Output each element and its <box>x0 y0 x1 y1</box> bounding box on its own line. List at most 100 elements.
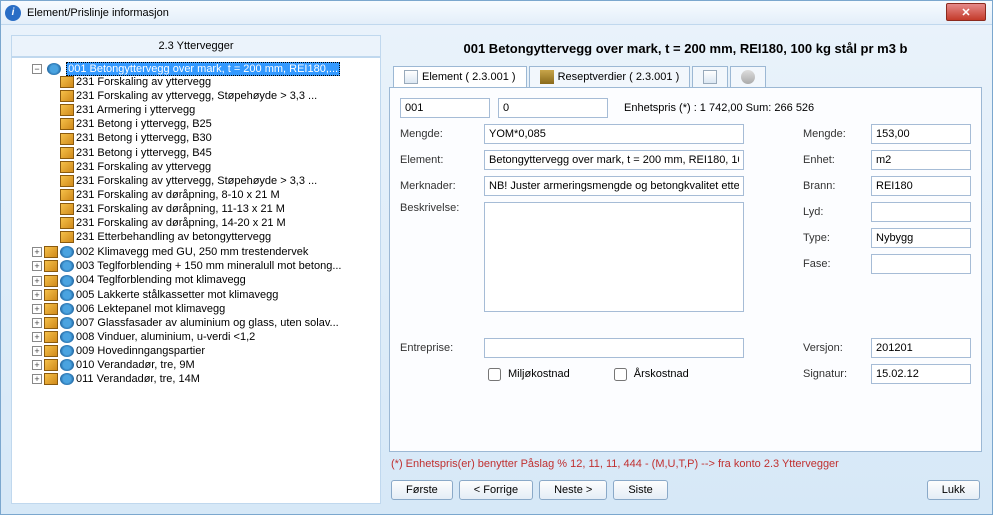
tree-node-label: 010 Verandadør, tre, 9M <box>76 359 195 371</box>
tree-node[interactable]: 231 Armering i yttervegg <box>48 103 376 117</box>
cube-icon <box>60 217 74 229</box>
tree-node[interactable]: 231 Betong i yttervegg, B25 <box>48 117 376 131</box>
cube-icon <box>60 175 74 187</box>
expander-icon[interactable]: + <box>32 290 42 300</box>
tree-node[interactable]: +002 Klimavegg med GU, 250 mm trestender… <box>32 245 376 259</box>
tree-node-label: 009 Hovedinngangspartier <box>76 345 205 357</box>
tree-node-label: 002 Klimavegg med GU, 250 mm trestenderv… <box>76 246 308 258</box>
enhet-field[interactable] <box>871 150 971 170</box>
expander-icon[interactable]: + <box>32 247 42 257</box>
cube-icon <box>60 76 74 88</box>
tree-node[interactable]: 231 Forskaling av døråpning, 14-20 x 21 … <box>48 216 376 230</box>
tree-node-label: 231 Forskaling av døråpning, 8-10 x 21 M <box>76 189 280 201</box>
cubes-icon <box>44 345 58 357</box>
expander-icon[interactable]: + <box>32 318 42 328</box>
tab-element[interactable]: Element ( 2.3.001 ) <box>393 66 527 87</box>
cubes-icon <box>44 275 58 287</box>
tree-node-label: 008 Vinduer, aluminium, u-verdi <1,2 <box>76 331 255 343</box>
cubes-icon <box>44 331 58 343</box>
cube-icon <box>60 203 74 215</box>
entreprise-field[interactable] <box>484 338 744 358</box>
beskrivelse-field[interactable] <box>484 202 744 312</box>
expander-icon[interactable]: + <box>32 374 42 384</box>
cube-icon <box>60 147 74 159</box>
tree-node[interactable]: +008 Vinduer, aluminium, u-verdi <1,2 <box>32 330 376 344</box>
expander-icon[interactable]: − <box>32 64 42 74</box>
doc-icon <box>703 70 717 84</box>
cube-icon <box>60 104 74 116</box>
page-title: 001 Betongyttervegg over mark, t = 200 m… <box>389 35 982 66</box>
tree-node[interactable]: +004 Teglforblending mot klimavegg <box>32 273 376 287</box>
tree-node-label: 231 Forskaling av yttervegg, Støpehøyde … <box>76 175 317 187</box>
tree-node[interactable]: 231 Etterbehandling av betongyttervegg <box>48 230 376 244</box>
tree-node-label: 231 Armering i yttervegg <box>76 104 195 116</box>
tree-view[interactable]: − 001 Betongyttervegg over mark, t = 200… <box>11 57 381 504</box>
element-field[interactable] <box>484 150 744 170</box>
tree-node[interactable]: 231 Forskaling av døråpning, 11-13 x 21 … <box>48 202 376 216</box>
tree-node[interactable]: 231 Forskaling av yttervegg, Støpehøyde … <box>48 174 376 188</box>
globe-icon <box>60 345 74 357</box>
mengde2-field[interactable] <box>871 124 971 144</box>
forrige-button[interactable]: < Forrige <box>459 480 533 500</box>
miljokostnad-label: Miljøkostnad <box>508 368 570 380</box>
tree-node-selected[interactable]: 001 Betongyttervegg over mark, t = 200 m… <box>66 62 340 76</box>
versjon-field[interactable] <box>871 338 971 358</box>
tree-node[interactable]: +006 Lektepanel mot klimavegg <box>32 302 376 316</box>
tree-node[interactable]: +007 Glassfasader av aluminium og glass,… <box>32 316 376 330</box>
tree-node[interactable]: +003 Teglforblending + 150 mm mineralull… <box>32 259 376 273</box>
tree-node[interactable]: +009 Hovedinngangspartier <box>32 344 376 358</box>
tree-node[interactable]: +005 Lakkerte stålkassetter mot klimaveg… <box>32 288 376 302</box>
entreprise-label: Entreprise: <box>400 342 476 354</box>
expander-icon[interactable]: + <box>32 261 42 271</box>
tree-node-label: 231 Forskaling av yttervegg, Støpehøyde … <box>76 90 317 102</box>
tab-doc[interactable] <box>692 66 728 87</box>
cube-icon <box>60 189 74 201</box>
globe-icon <box>60 373 74 385</box>
close-button[interactable]: ✕ <box>946 3 986 21</box>
nav-bar: Første < Forrige Neste > Siste Lukk <box>389 476 982 504</box>
fase-field[interactable] <box>871 254 971 274</box>
globe-icon <box>60 275 74 287</box>
expander-icon[interactable]: + <box>32 360 42 370</box>
arskostnad-label: Årskostnad <box>634 368 689 380</box>
tree-node-label: 005 Lakkerte stålkassetter mot klimavegg <box>76 289 278 301</box>
tree-node[interactable]: 231 Forskaling av yttervegg <box>48 160 376 174</box>
tree-node[interactable]: 231 Forskaling av døråpning, 8-10 x 21 M <box>48 188 376 202</box>
forste-button[interactable]: Første <box>391 480 453 500</box>
globe-icon <box>60 359 74 371</box>
neste-button[interactable]: Neste > <box>539 480 607 500</box>
tree-node[interactable]: 231 Forskaling av yttervegg, Støpehøyde … <box>48 89 376 103</box>
mengde-field[interactable] <box>484 124 744 144</box>
enhet-label: Enhet: <box>803 154 863 166</box>
expander-icon[interactable]: + <box>32 332 42 342</box>
signatur-field[interactable] <box>871 364 971 384</box>
zero-field[interactable] <box>498 98 608 118</box>
id-field[interactable] <box>400 98 490 118</box>
merknader-field[interactable] <box>484 176 744 196</box>
tab-resept[interactable]: Reseptverdier ( 2.3.001 ) <box>529 66 691 87</box>
tree-node[interactable]: 231 Forskaling av yttervegg <box>48 75 376 89</box>
tree-node[interactable]: 231 Betong i yttervegg, B45 <box>48 146 376 160</box>
expander-icon[interactable]: + <box>32 346 42 356</box>
brann-field[interactable] <box>871 176 971 196</box>
expander-icon[interactable]: + <box>32 276 42 286</box>
tree-node[interactable]: +010 Verandadør, tre, 9M <box>32 358 376 372</box>
arskostnad-checkbox[interactable] <box>614 368 627 381</box>
lukk-button[interactable]: Lukk <box>927 480 980 500</box>
globe-icon <box>60 289 74 301</box>
tree-node-label: 231 Forskaling av døråpning, 11-13 x 21 … <box>76 203 285 215</box>
tab-panel: Enhetspris (*) : 1 742,00 Sum: 266 526 M… <box>389 87 982 452</box>
tab-gear[interactable] <box>730 66 766 87</box>
mengde2-label: Mengde: <box>803 128 863 140</box>
type-field[interactable] <box>871 228 971 248</box>
lyd-field[interactable] <box>871 202 971 222</box>
globe-icon <box>60 246 74 258</box>
tree-node[interactable]: +011 Verandadør, tre, 14M <box>32 372 376 386</box>
miljokostnad-checkbox[interactable] <box>488 368 501 381</box>
expander-icon[interactable]: + <box>32 304 42 314</box>
brann-label: Brann: <box>803 180 863 192</box>
beskrivelse-label: Beskrivelse: <box>400 202 476 214</box>
cube-icon <box>60 90 74 102</box>
tree-node[interactable]: 231 Betong i yttervegg, B30 <box>48 131 376 145</box>
siste-button[interactable]: Siste <box>613 480 667 500</box>
